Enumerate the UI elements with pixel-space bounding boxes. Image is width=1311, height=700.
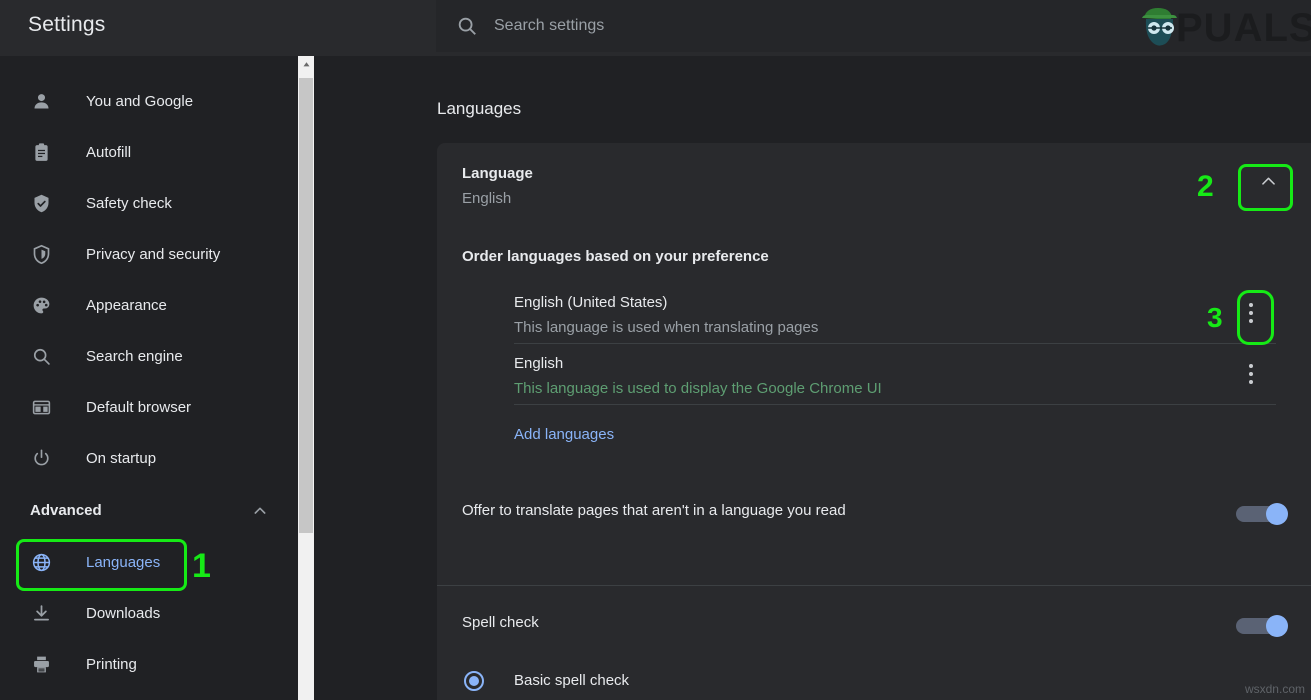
- language-collapse-button[interactable]: [1249, 164, 1287, 202]
- sidebar-item-safety-check[interactable]: Safety check: [0, 178, 298, 229]
- toggle-knob: [1266, 503, 1288, 525]
- language-list: English (United States) This language is…: [514, 283, 1276, 405]
- shield-half-icon: [30, 244, 52, 266]
- language-header-row: Language English: [437, 143, 1311, 238]
- person-icon: [30, 91, 52, 113]
- search-input[interactable]: [494, 14, 1054, 38]
- scrollbar-up-arrow[interactable]: [298, 56, 314, 73]
- language-row-more-button[interactable]: [1236, 298, 1266, 328]
- radio-option-basic[interactable]: Basic spell check: [437, 660, 1311, 700]
- sidebar-item-you-and-google[interactable]: You and Google: [0, 76, 298, 127]
- palette-icon: [30, 295, 52, 317]
- page-title: Languages: [437, 99, 521, 119]
- sidebar-item-printing[interactable]: Printing: [0, 639, 298, 690]
- language-row-more-button[interactable]: [1236, 359, 1266, 389]
- radio-option-label: Basic spell check: [514, 672, 629, 689]
- translate-option-row[interactable]: Offer to translate pages that aren't in …: [437, 473, 1311, 555]
- sidebar-section-advanced[interactable]: Advanced: [0, 484, 298, 537]
- settings-sidebar[interactable]: You and Google Autofill S: [0, 56, 298, 700]
- chevron-up-icon: [252, 503, 268, 519]
- more-vertical-icon: [1249, 364, 1253, 368]
- sidebar-item-label: Default browser: [86, 399, 191, 416]
- language-list-item[interactable]: English This language is used to display…: [514, 344, 1276, 405]
- globe-icon: [30, 552, 52, 574]
- language-value: English: [462, 190, 511, 207]
- toggle-knob: [1266, 615, 1288, 637]
- sidebar-item-label: Appearance: [86, 297, 167, 314]
- sidebar-section-label: Advanced: [30, 502, 102, 519]
- browser-window-icon: [30, 397, 52, 419]
- spell-check-row[interactable]: Spell check: [437, 586, 1311, 664]
- sidebar-item-privacy-and-security[interactable]: Privacy and security: [0, 229, 298, 280]
- language-item-description: This language is used when translating p…: [514, 319, 818, 336]
- printer-icon: [30, 654, 52, 676]
- spell-check-toggle[interactable]: [1236, 615, 1288, 637]
- search-icon: [30, 346, 52, 368]
- settings-main-content: Languages Language English Order languag…: [314, 56, 1311, 700]
- language-list-item[interactable]: English (United States) This language is…: [514, 283, 1276, 344]
- radio-button[interactable]: [464, 671, 484, 691]
- chevron-up-icon: [1259, 172, 1278, 194]
- search-icon: [456, 15, 478, 37]
- sidebar-item-label: You and Google: [86, 93, 193, 110]
- power-icon: [30, 448, 52, 470]
- sidebar-item-label: Search engine: [86, 348, 183, 365]
- sidebar-item-default-browser[interactable]: Default browser: [0, 382, 298, 433]
- translate-toggle[interactable]: [1236, 503, 1288, 525]
- top-bar: Settings PUALS: [0, 0, 1311, 56]
- page-header-title: Settings: [28, 13, 105, 37]
- sidebar-item-label: Downloads: [86, 605, 160, 622]
- sidebar-scrollbar[interactable]: [298, 56, 314, 700]
- sidebar-item-label: Autofill: [86, 144, 131, 161]
- translate-option-label: Offer to translate pages that aren't in …: [462, 502, 846, 519]
- download-icon: [30, 603, 52, 625]
- language-item-name: English (United States): [514, 294, 667, 311]
- language-title: Language: [462, 165, 533, 182]
- sidebar-item-label: On startup: [86, 450, 156, 467]
- add-languages-link[interactable]: Add languages: [514, 426, 614, 443]
- language-item-description: This language is used to display the Goo…: [514, 380, 882, 397]
- more-vertical-icon: [1249, 303, 1253, 307]
- order-languages-label: Order languages based on your preference: [462, 248, 769, 265]
- sidebar-item-label: Safety check: [86, 195, 172, 212]
- sidebar-item-on-startup[interactable]: On startup: [0, 433, 298, 484]
- shield-check-icon: [30, 193, 52, 215]
- sidebar-item-autofill[interactable]: Autofill: [0, 127, 298, 178]
- sidebar-item-search-engine[interactable]: Search engine: [0, 331, 298, 382]
- sidebar-item-label: Printing: [86, 656, 137, 673]
- scrollbar-thumb[interactable]: [299, 78, 313, 533]
- settings-window: Settings PUALS: [0, 0, 1311, 700]
- language-item-name: English: [514, 355, 563, 372]
- sidebar-item-languages[interactable]: Languages: [0, 537, 298, 588]
- spell-check-label: Spell check: [462, 614, 539, 631]
- sidebar-item-label: Languages: [86, 554, 160, 571]
- sidebar-item-appearance[interactable]: Appearance: [0, 280, 298, 331]
- sidebar-item-label: Privacy and security: [86, 246, 220, 263]
- clipboard-icon: [30, 142, 52, 164]
- sidebar-item-downloads[interactable]: Downloads: [0, 588, 298, 639]
- settings-card: Language English Order languages based o…: [437, 143, 1311, 700]
